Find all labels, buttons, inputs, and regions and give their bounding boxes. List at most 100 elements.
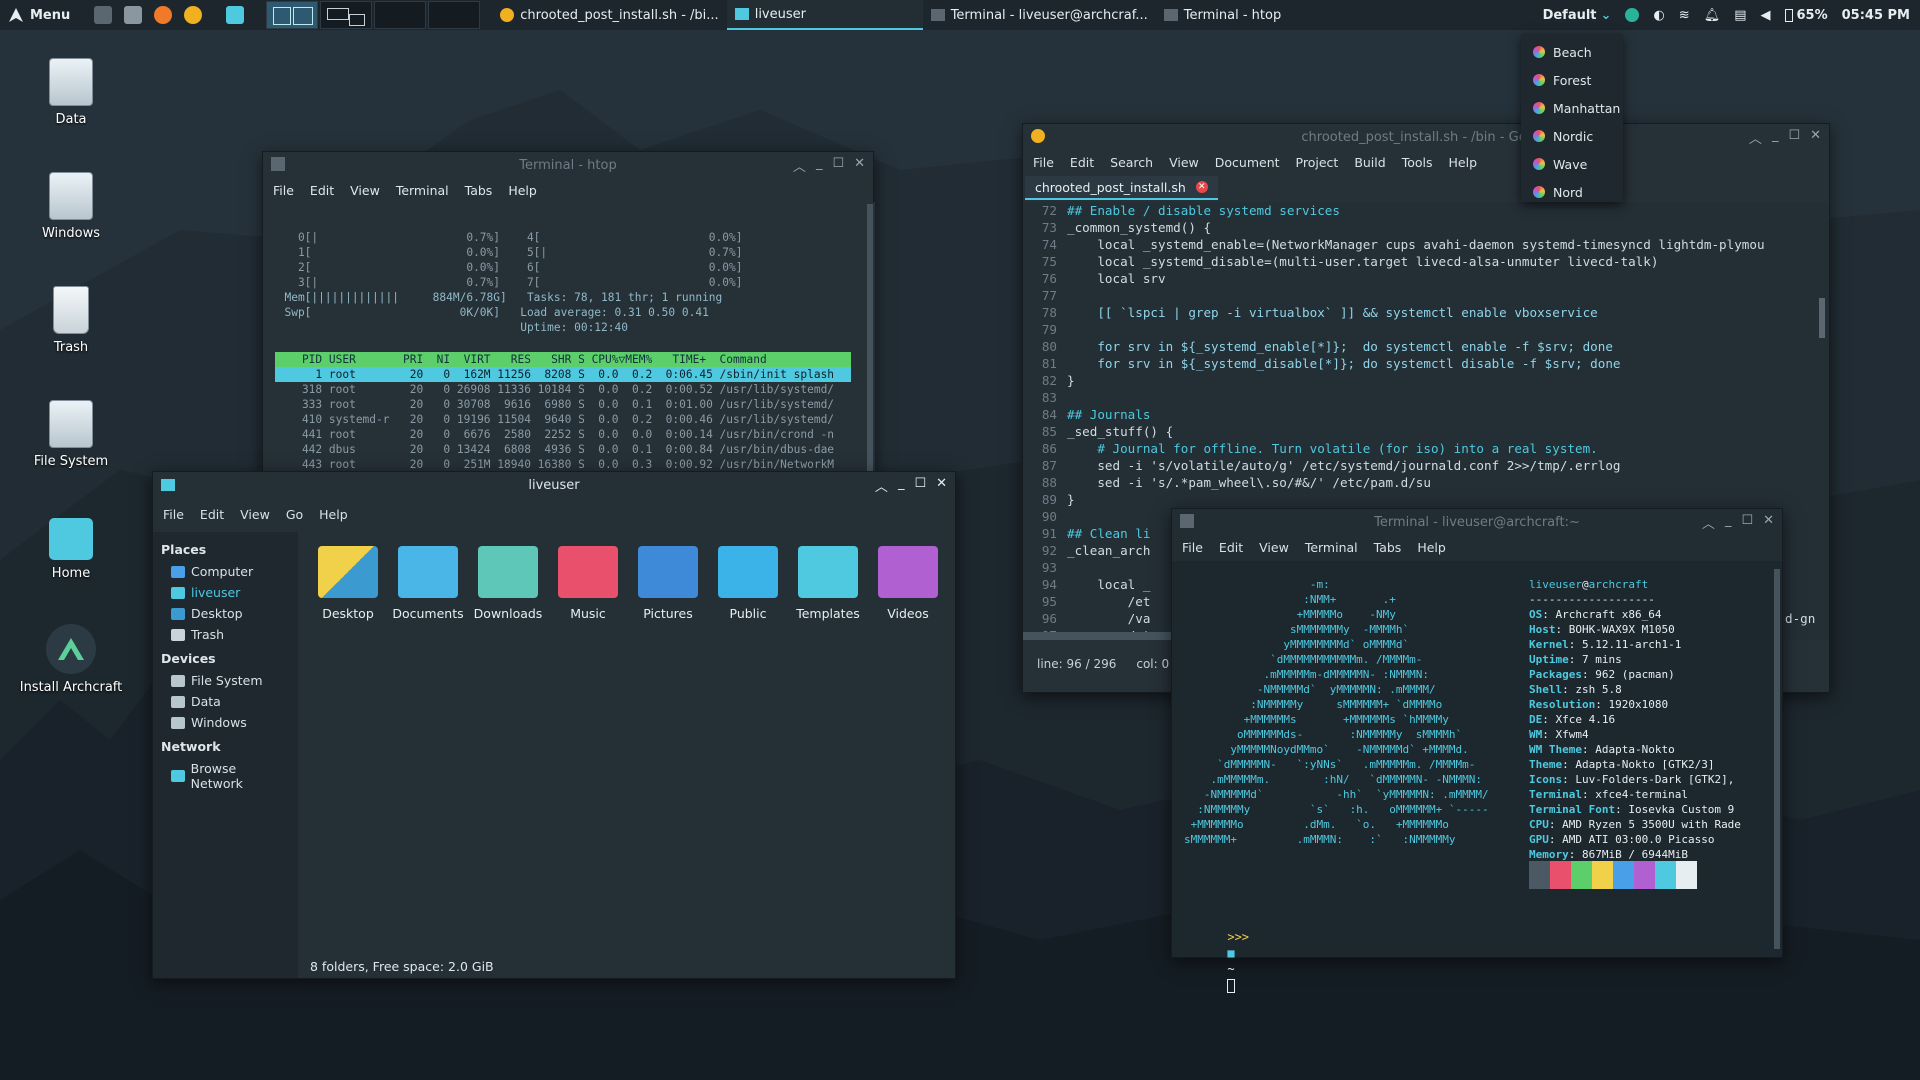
menu-edit[interactable]: Edit (200, 507, 224, 522)
maximize-icon[interactable]: ☐ (1788, 128, 1800, 147)
menu-help[interactable]: Help (508, 183, 537, 198)
clipboard-icon[interactable]: ▤ (1734, 8, 1746, 23)
update-icon[interactable] (1625, 8, 1640, 22)
menu-edit[interactable]: Edit (1219, 540, 1243, 555)
menu-file[interactable]: File (273, 183, 294, 198)
theme-item-beach[interactable]: Beach (1521, 38, 1623, 66)
menu-terminal[interactable]: Terminal (396, 183, 449, 198)
scrollbar[interactable] (1774, 569, 1780, 949)
folder-downloads[interactable]: Downloads (468, 546, 548, 621)
menu-search[interactable]: Search (1110, 155, 1153, 170)
process-row[interactable]: 318 root 20 0 26908 11336 10184 S 0.0 0.… (275, 382, 834, 397)
process-row-selected[interactable]: 1 root 20 0 162M 11256 8208 S 0.0 0.2 0:… (275, 367, 851, 382)
menu-tools[interactable]: Tools (1402, 155, 1433, 170)
process-row[interactable]: 333 root 20 0 30708 9616 6980 S 0.0 0.1 … (275, 397, 834, 412)
menu-tabs[interactable]: Tabs (465, 183, 493, 198)
desktop-icon-windows[interactable]: Windows (16, 172, 126, 241)
shade-icon[interactable]: ︿ (1749, 128, 1762, 147)
task-terminal-htop[interactable]: Terminal - htop (1156, 0, 1289, 30)
menu-file[interactable]: File (1182, 540, 1203, 555)
folder-templates[interactable]: Templates (788, 546, 868, 621)
folder-pictures[interactable]: Pictures (628, 546, 708, 621)
process-row[interactable]: 442 dbus 20 0 13424 6808 4936 S 0.0 0.1 … (275, 442, 834, 457)
menu-file[interactable]: File (163, 507, 184, 522)
process-row[interactable]: 441 root 20 0 6676 2580 2252 S 0.0 0.0 0… (275, 427, 834, 442)
menu-tabs[interactable]: Tabs (1374, 540, 1402, 555)
theme-item-manhattan[interactable]: Manhattan (1521, 94, 1623, 122)
folder-view[interactable]: Desktop Documents Downloads Music Pictur… (298, 532, 955, 954)
sidebar-item-computer[interactable]: Computer (161, 561, 290, 582)
maximize-icon[interactable]: ☐ (1741, 513, 1753, 532)
close-icon[interactable]: ✕ (854, 156, 865, 175)
process-table-header[interactable]: PID USER PRI NI VIRT RES SHR S CPU%▽MEM%… (275, 352, 851, 367)
task-geany[interactable]: chrooted_post_install.sh - /bi... (492, 0, 726, 30)
volume-icon[interactable]: ◀︎ (1761, 8, 1771, 23)
menu-view[interactable]: View (240, 507, 270, 522)
menu-view[interactable]: View (350, 183, 380, 198)
minimize-icon[interactable]: _ (816, 156, 823, 175)
battery-indicator[interactable]: 65% (1784, 8, 1828, 23)
folder-desktop[interactable]: Desktop (308, 546, 388, 621)
shade-icon[interactable]: ︿ (875, 476, 888, 495)
menu-file[interactable]: File (1033, 155, 1054, 170)
theme-item-nordic[interactable]: Nordic (1521, 122, 1623, 150)
workspace-3[interactable] (374, 1, 427, 29)
menu-edit[interactable]: Edit (310, 183, 334, 198)
theme-switcher[interactable]: Default ⌄ (1543, 8, 1612, 23)
document-tab[interactable]: chrooted_post_install.sh ✕ (1025, 176, 1218, 200)
close-tab-icon[interactable]: ✕ (1195, 181, 1208, 193)
desktop-icon-install-archcraft[interactable]: Install Archcraft (16, 624, 126, 695)
menu-project[interactable]: Project (1296, 155, 1339, 170)
folder-documents[interactable]: Documents (388, 546, 468, 621)
close-icon[interactable]: ✕ (936, 476, 947, 495)
sidebar-item-trash[interactable]: Trash (161, 624, 290, 645)
menu-build[interactable]: Build (1354, 155, 1385, 170)
shade-icon[interactable]: ︿ (793, 156, 806, 175)
desktop-icon-data[interactable]: Data (16, 58, 126, 127)
geany-launcher-icon[interactable] (184, 6, 203, 24)
scrollbar[interactable] (867, 204, 873, 474)
sidebar-item-windows[interactable]: Windows (161, 712, 290, 733)
wifi-icon[interactable]: ≋ (1679, 8, 1690, 23)
menu-edit[interactable]: Edit (1070, 155, 1094, 170)
terminal-content[interactable]: -m: :NMM+ .+ +MMMMMo -NMy sMMMMMMMy -MMM… (1172, 561, 1782, 993)
process-row[interactable]: 443 root 20 0 251M 18940 16380 S 0.0 0.3… (275, 457, 834, 472)
terminal-launcher-icon[interactable] (94, 6, 113, 24)
folder-music[interactable]: Music (548, 546, 628, 621)
workspace-2[interactable] (320, 1, 373, 29)
workspace-1[interactable] (266, 1, 319, 29)
window-titlebar[interactable]: Terminal - htop ︿ _ ☐ ✕ (263, 152, 873, 178)
sidebar-item-data[interactable]: Data (161, 691, 290, 712)
sidebar-item-liveuser[interactable]: liveuser (161, 582, 290, 603)
theme-item-wave[interactable]: Wave (1521, 150, 1623, 178)
folder-videos[interactable]: Videos (868, 546, 948, 621)
folder-public[interactable]: Public (708, 546, 788, 621)
close-icon[interactable]: ✕ (1810, 128, 1821, 147)
terminal-content[interactable]: 0[| 0.7%] 4[ 0.0%] 1[ 0.0%] 5[| 0.7%] 2[… (263, 202, 875, 477)
folder-launcher-icon[interactable] (226, 6, 245, 24)
menu-view[interactable]: View (1169, 155, 1199, 170)
menu-go[interactable]: Go (286, 507, 303, 522)
sidebar-item-browse-network[interactable]: Browse Network (161, 758, 290, 794)
menu-help[interactable]: Help (1449, 155, 1478, 170)
theme-item-nord[interactable]: Nord (1521, 178, 1623, 206)
maximize-icon[interactable]: ☐ (914, 476, 926, 495)
clock[interactable]: 05:45 PM (1842, 8, 1910, 23)
sidebar-item-desktop[interactable]: Desktop (161, 603, 290, 624)
menu-view[interactable]: View (1259, 540, 1289, 555)
minimize-icon[interactable]: _ (1725, 513, 1732, 532)
task-file-manager[interactable]: liveuser (726, 0, 923, 30)
app-menu-button[interactable]: Menu (0, 0, 78, 30)
menu-help[interactable]: Help (1417, 540, 1446, 555)
sidebar-item-file-system[interactable]: File System (161, 670, 290, 691)
notification-bell-icon[interactable]: 🔔︎ (1704, 8, 1721, 23)
scrollbar-thumb[interactable] (1819, 298, 1825, 338)
workspace-4[interactable] (428, 1, 481, 29)
window-titlebar[interactable]: liveuser ︿ _ ☐ ✕ (153, 472, 955, 498)
menu-help[interactable]: Help (319, 507, 348, 522)
horizontal-scrollbar[interactable] (1023, 632, 1173, 640)
window-titlebar[interactable]: chrooted_post_install.sh - /bin - Geany … (1023, 124, 1829, 150)
minimize-icon[interactable]: _ (1772, 128, 1779, 147)
desktop-icon-home[interactable]: Home (16, 514, 126, 581)
close-icon[interactable]: ✕ (1763, 513, 1774, 532)
